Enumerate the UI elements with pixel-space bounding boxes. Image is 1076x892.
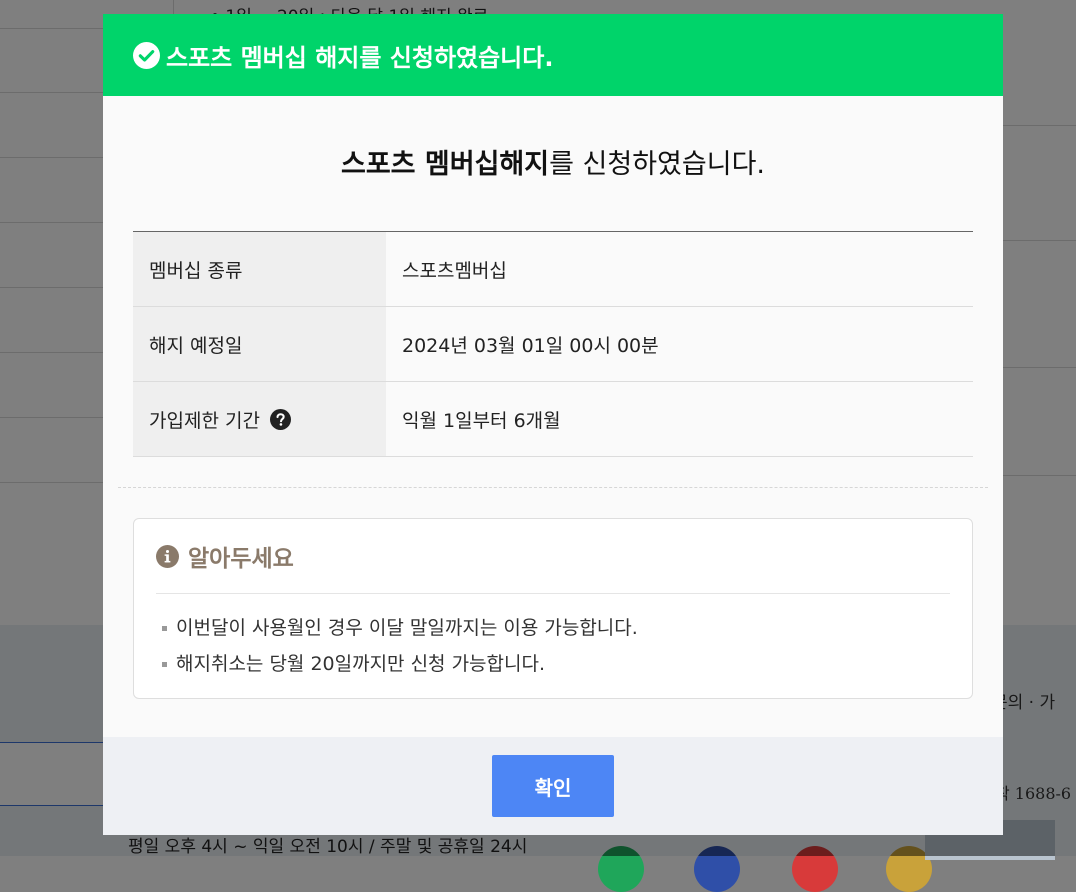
modal-header: 스포츠 멤버십 해지를 신청하였습니다. (103, 14, 1003, 96)
bullet-icon (162, 662, 167, 667)
question-circle-icon[interactable] (269, 408, 291, 430)
modal-headline: 스포츠 멤버십해지를 신청하였습니다. (133, 145, 973, 185)
notice-box: 알아두세요 이번달이 사용월인 경우 이달 말일까지는 이용 가능합니다. 해지… (133, 518, 973, 699)
row-label-cancel-date: 해지 예정일 (133, 306, 386, 382)
notice-item: 해지취소는 당월 20일까지만 신청 가능합니다. (156, 646, 950, 682)
row-label-membership-type: 멤버십 종류 (133, 231, 386, 307)
headline-strong: 스포츠 멤버십해지 (340, 149, 550, 180)
row-value-restriction-period: 익월 1일부터 6개월 (386, 381, 973, 457)
modal-body: 스포츠 멤버십해지를 신청하였습니다. 멤버십 종류 스포츠멤버십 해지 예정일… (103, 145, 1003, 699)
membership-info-table: 멤버십 종류 스포츠멤버십 해지 예정일 2024년 03월 01일 00시 0… (133, 231, 973, 457)
row-label-restriction-period: 가입제한 기간 (133, 381, 386, 457)
cancel-confirmation-modal: 스포츠 멤버십 해지를 신청하였습니다. 스포츠 멤버십해지를 신청하였습니다.… (103, 14, 1003, 835)
row-value-cancel-date: 2024년 03월 01일 00시 00분 (386, 306, 973, 382)
modal-header-title: 스포츠 멤버십 해지를 신청하였습니다. (166, 43, 554, 72)
bullet-icon (162, 626, 167, 631)
section-divider (118, 487, 988, 488)
notice-item-text: 이번달이 사용월인 경우 이달 말일까지는 이용 가능합니다. (176, 617, 638, 639)
notice-title: 알아두세요 (188, 546, 294, 572)
info-circle-icon (156, 544, 179, 568)
check-circle-icon (133, 41, 160, 69)
row-value-membership-type: 스포츠멤버십 (386, 231, 973, 307)
table-row: 가입제한 기간 익월 1일부터 6개월 (133, 381, 973, 457)
restriction-period-label: 가입제한 기간 (149, 409, 260, 432)
notice-item-text: 해지취소는 당월 20일까지만 신청 가능합니다. (176, 653, 546, 675)
confirm-button[interactable]: 확인 (492, 755, 614, 817)
modal-footer: 확인 (103, 737, 1003, 835)
notice-item: 이번달이 사용월인 경우 이달 말일까지는 이용 가능합니다. (156, 610, 950, 646)
notice-header: 알아두세요 (156, 519, 950, 594)
notice-list: 이번달이 사용월인 경우 이달 말일까지는 이용 가능합니다. 해지취소는 당월… (156, 610, 950, 682)
table-row: 해지 예정일 2024년 03월 01일 00시 00분 (133, 306, 973, 382)
headline-rest: 를 신청하였습니다. (549, 149, 765, 180)
table-row: 멤버십 종류 스포츠멤버십 (133, 231, 973, 307)
